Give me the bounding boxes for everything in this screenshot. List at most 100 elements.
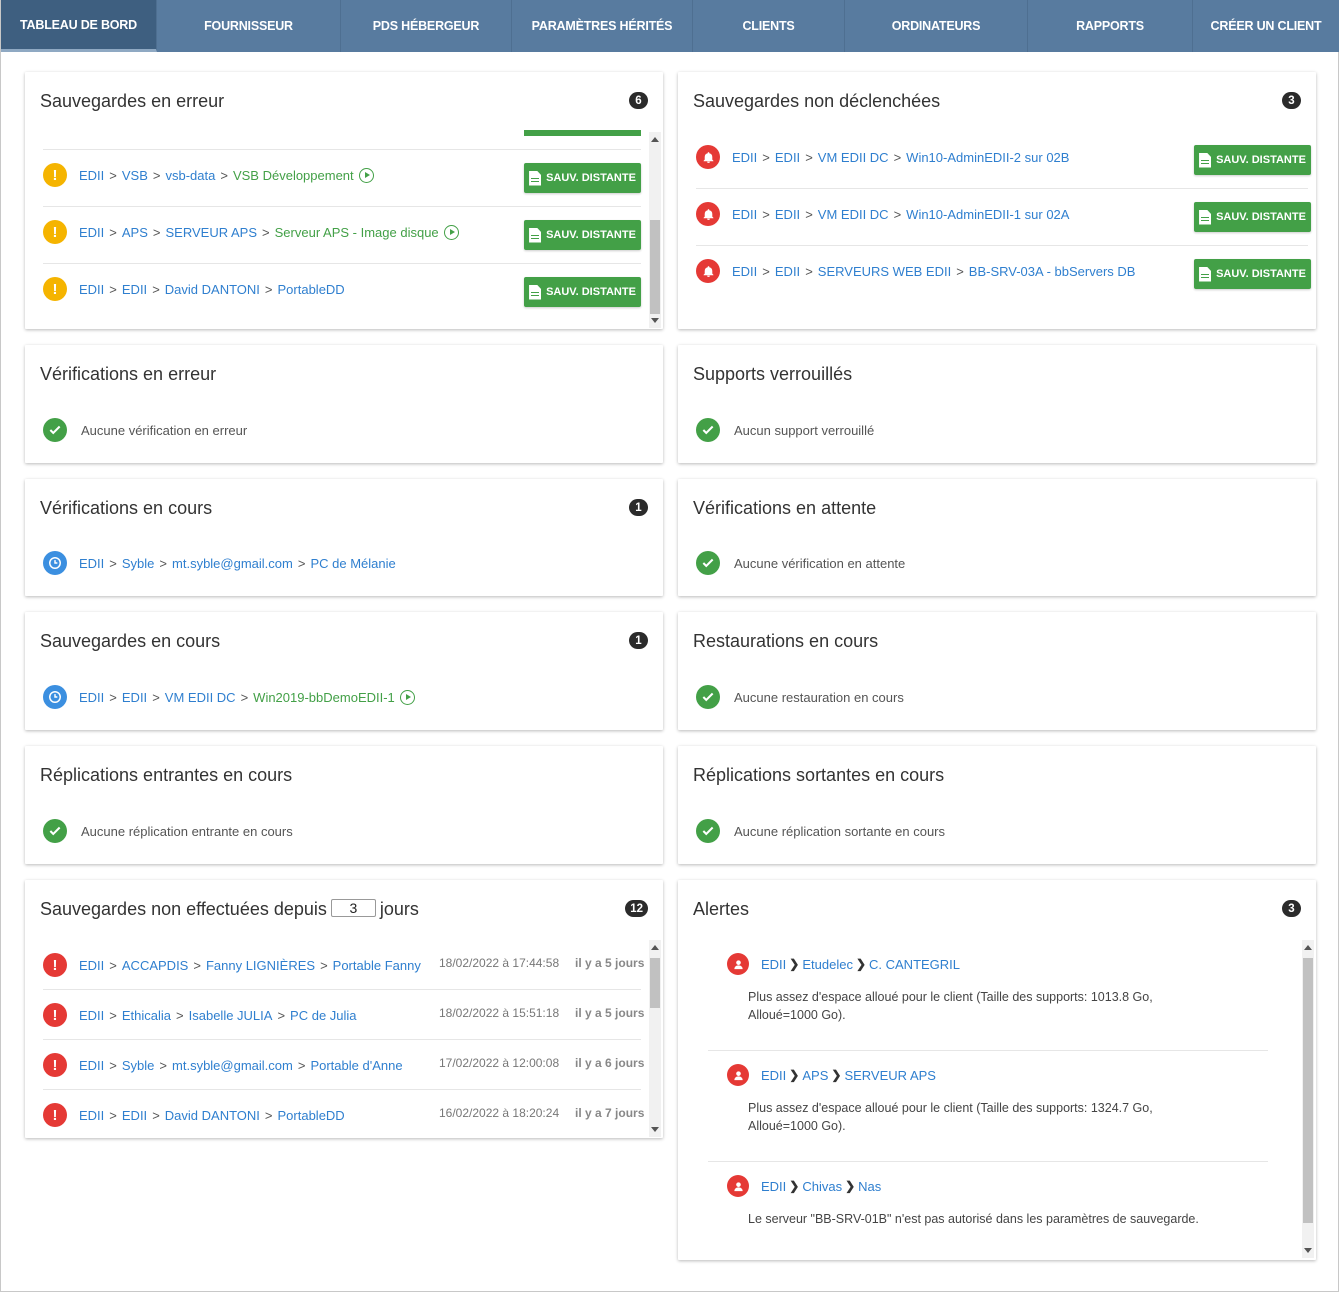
path-link[interactable]: Portable Fanny [333, 958, 421, 973]
path-link[interactable]: ACCAPDIS [122, 958, 188, 973]
path-link[interactable]: EDII [79, 556, 104, 571]
scrollbar[interactable] [1302, 940, 1314, 1258]
path-link[interactable]: EDII [775, 150, 800, 165]
path-link[interactable]: EDII [761, 1068, 786, 1083]
path-link[interactable]: EDII [775, 264, 800, 279]
path-link[interactable]: Chivas [802, 1179, 842, 1194]
remote-backup-button[interactable]: SAUV. DISTANTE [1194, 145, 1311, 175]
scroll-down-icon[interactable] [1304, 1248, 1312, 1253]
backup-link[interactable]: Win2019-bbDemoEDII-1 [253, 690, 395, 705]
path-link[interactable]: David DANTONI [165, 282, 260, 297]
card-title: Réplications sortantes en cours [693, 765, 945, 785]
path-link[interactable]: EDII [732, 150, 757, 165]
scroll-down-icon[interactable] [651, 1127, 659, 1132]
tab-ordinateurs[interactable]: ORDINATEURS [845, 0, 1028, 52]
play-icon[interactable] [358, 167, 374, 183]
remote-backup-button[interactable]: SAUV. DISTANTE [524, 277, 641, 307]
path-link[interactable]: EDII [761, 957, 786, 972]
path-link[interactable]: EDII [79, 958, 104, 973]
tab-tableau-de-bord[interactable]: TABLEAU DE BORD [1, 0, 157, 52]
path-link[interactable]: EDII [775, 207, 800, 222]
scrollbar[interactable] [649, 940, 661, 1137]
days-input[interactable]: 3 [330, 899, 376, 917]
path-link[interactable]: EDII [79, 168, 104, 183]
path-link[interactable]: EDII [79, 690, 104, 705]
document-icon [1199, 266, 1212, 282]
tab-rapports[interactable]: RAPPORTS [1028, 0, 1193, 52]
path-link[interactable]: EDII [79, 282, 104, 297]
path-link[interactable]: EDII [79, 1108, 104, 1123]
check-icon [696, 819, 720, 843]
path-link[interactable]: Syble [122, 1058, 155, 1073]
path-link[interactable]: EDII [79, 225, 104, 240]
path-link[interactable]: VM EDII DC [818, 207, 889, 222]
remote-backup-button[interactable]: SAUV. DISTANTE [524, 163, 641, 193]
path-link[interactable]: EDII [761, 1179, 786, 1194]
path-link[interactable]: mt.syble@gmail.com [172, 1058, 293, 1073]
card-title: Restaurations en cours [693, 631, 879, 651]
path-link[interactable]: Win10-AdminEDII-1 sur 02A [906, 207, 1069, 222]
scroll-thumb[interactable] [1303, 958, 1313, 1223]
scroll-down-icon[interactable] [651, 318, 659, 323]
path-link[interactable]: APS [802, 1068, 828, 1083]
path-link[interactable]: vsb-data [166, 168, 216, 183]
path-link[interactable]: SERVEUR APS [844, 1068, 936, 1083]
path-link[interactable]: VM EDII DC [165, 690, 236, 705]
backup-link[interactable]: VSB Développement [233, 168, 354, 183]
scroll-thumb[interactable] [650, 958, 660, 1008]
path-link[interactable]: EDII [122, 1108, 147, 1123]
path-link[interactable]: Syble [122, 556, 155, 571]
separator: > [193, 957, 201, 973]
play-icon[interactable] [399, 689, 415, 705]
path-link[interactable]: PC de Julia [290, 1008, 356, 1023]
check-icon [43, 819, 67, 843]
path-link[interactable]: SERVEUR APS [166, 225, 258, 240]
scroll-up-icon[interactable] [651, 137, 659, 142]
path-link[interactable]: BB-SRV-03A - bbServers DB [969, 264, 1136, 279]
remote-backup-button[interactable]: SAUV. DISTANTE [1194, 202, 1311, 232]
separator: > [109, 957, 117, 973]
tab-pds-hebergeur[interactable]: PDS HÉBERGEUR [341, 0, 512, 52]
path-link[interactable]: mt.syble@gmail.com [172, 556, 293, 571]
path-link[interactable]: Nas [858, 1179, 881, 1194]
bell-icon [696, 202, 720, 226]
path-link[interactable]: PC de Mélanie [310, 556, 395, 571]
card-title: Sauvegardes en cours [40, 631, 221, 651]
path-link[interactable]: Ethicalia [122, 1008, 171, 1023]
path-link[interactable]: Isabelle JULIA [189, 1008, 273, 1023]
path-link[interactable]: Win10-AdminEDII-2 sur 02B [906, 150, 1069, 165]
tab-parametres-herites[interactable]: PARAMÈTRES HÉRITÉS [512, 0, 693, 52]
tab-creer-un-client[interactable]: CRÉER UN CLIENT [1193, 0, 1339, 52]
tab-clients[interactable]: CLIENTS [693, 0, 845, 52]
path-link[interactable]: EDII [732, 207, 757, 222]
path-link[interactable]: PortableDD [278, 1108, 345, 1123]
path-link[interactable]: VM EDII DC [818, 150, 889, 165]
separator: > [956, 263, 964, 279]
check-icon [43, 418, 67, 442]
path-link[interactable]: EDII [122, 690, 147, 705]
path-link[interactable]: Fanny LIGNIÈRES [206, 958, 315, 973]
path-link[interactable]: SERVEURS WEB EDII [818, 264, 951, 279]
remote-backup-button[interactable]: SAUV. DISTANTE [524, 220, 641, 250]
path-link[interactable]: EDII [79, 1058, 104, 1073]
scroll-up-icon[interactable] [651, 945, 659, 950]
backup-link[interactable]: Serveur APS - Image disque [275, 225, 439, 240]
path-link[interactable]: EDII [79, 1008, 104, 1023]
path-link[interactable]: EDII [732, 264, 757, 279]
path-link[interactable]: VSB [122, 168, 148, 183]
path-link[interactable]: David DANTONI [165, 1108, 260, 1123]
bell-icon [696, 259, 720, 283]
remote-backup-button[interactable]: SAUV. DISTANTE [1194, 259, 1311, 289]
path-link[interactable]: EDII [122, 282, 147, 297]
scroll-thumb[interactable] [650, 220, 660, 314]
path-link[interactable]: APS [122, 225, 148, 240]
tab-fournisseur[interactable]: FOURNISSEUR [157, 0, 341, 52]
path-link[interactable]: C. CANTEGRIL [869, 957, 960, 972]
scrollbar[interactable] [649, 132, 661, 328]
divider [43, 149, 641, 150]
path-link[interactable]: PortableDD [278, 282, 345, 297]
play-icon[interactable] [443, 224, 459, 240]
path-link[interactable]: Portable d'Anne [310, 1058, 402, 1073]
path-link[interactable]: Etudelec [802, 957, 853, 972]
scroll-up-icon[interactable] [1304, 945, 1312, 950]
